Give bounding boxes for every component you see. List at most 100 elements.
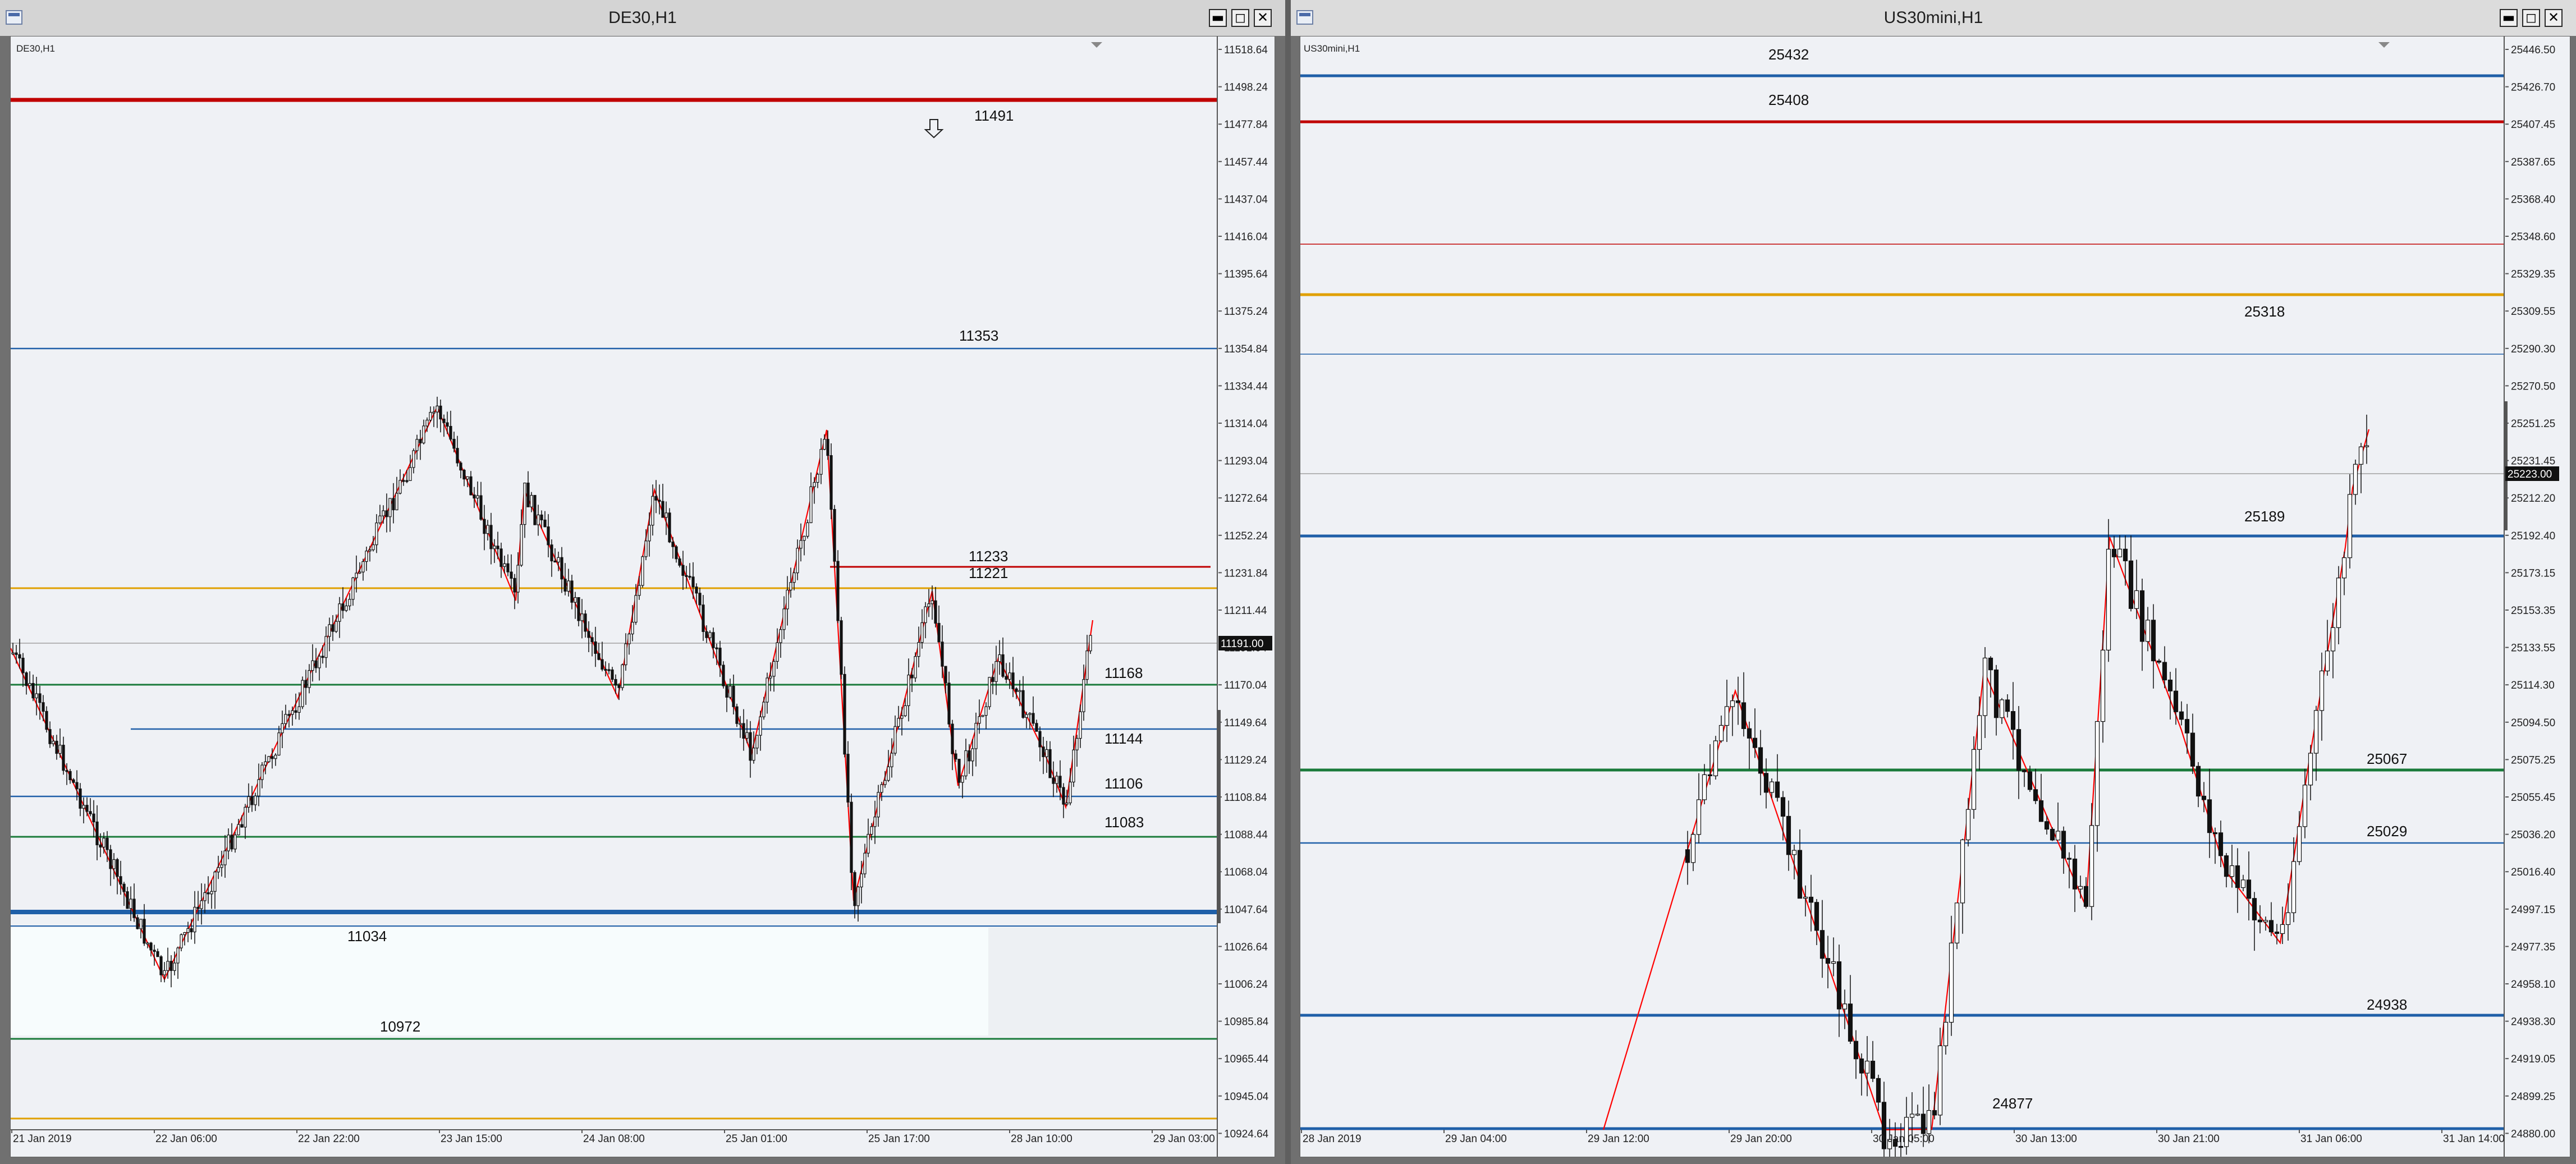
level-label-11106: 11106 <box>1104 775 1143 792</box>
candle-body <box>499 548 503 567</box>
candle-body <box>2139 590 2145 642</box>
candle-body <box>2257 919 2263 923</box>
candle-body <box>1763 773 1769 793</box>
candle-body <box>678 558 681 566</box>
candle-body <box>462 470 466 480</box>
title-bar[interactable]: US30mini,H1 ▬ ◻ ✕ <box>1291 0 2576 36</box>
candle-body <box>159 956 163 975</box>
candle-body <box>31 683 35 699</box>
level-label-11491: 11491 <box>974 107 1014 124</box>
candle-body <box>560 557 563 580</box>
close-button[interactable]: ✕ <box>2545 9 2563 27</box>
candle-body <box>570 580 574 603</box>
symbol-label: DE30,H1 <box>16 43 55 54</box>
candle-body <box>1977 715 1982 750</box>
candle-body <box>937 622 941 643</box>
candle-body <box>1982 657 1988 716</box>
scroll-marker[interactable] <box>1217 710 1221 923</box>
candle-body <box>2313 710 2319 754</box>
candle-body <box>2325 650 2330 672</box>
candle-body <box>106 837 109 850</box>
y-axis-tick-label: 24919.05 <box>2511 1053 2555 1065</box>
scroll-marker[interactable] <box>2504 401 2508 530</box>
candle-body <box>395 493 398 511</box>
candle-body <box>1758 747 1763 774</box>
candle-body <box>1786 815 1791 855</box>
price-chart[interactable]: US30mini,H1 25432 25408 25318 25189 2506… <box>1300 36 2570 1157</box>
minimize-button[interactable]: ▬ <box>1209 9 1227 27</box>
candle-body <box>2027 771 2033 790</box>
candle-body <box>233 835 237 850</box>
candle-body <box>220 864 223 868</box>
candle-body <box>904 705 907 716</box>
candle-body <box>759 716 762 736</box>
candle-body <box>789 582 792 590</box>
x-axis-tick-label: 22 Jan 22:00 <box>298 1133 360 1145</box>
candle-body <box>2358 446 2364 465</box>
chart-window-us30mini[interactable]: US30mini,H1 ▬ ◻ ✕ US30mini,H1 25432 2540… <box>1291 0 2576 1164</box>
candle-body <box>1747 728 1752 739</box>
y-axis-tick-label: 25368.40 <box>2511 194 2555 205</box>
candle-body <box>294 710 297 713</box>
candle-body <box>126 891 129 909</box>
y-axis-tick-label: 24997.15 <box>2511 904 2555 916</box>
candle-body <box>779 629 782 643</box>
candle-body <box>1780 797 1786 817</box>
candle-body <box>466 476 469 480</box>
candle-body <box>2195 766 2201 797</box>
candle-body <box>2179 711 2184 720</box>
candle-body <box>382 510 385 516</box>
candle-body <box>520 524 523 566</box>
candle-body <box>459 462 462 471</box>
chart-dropdown-icon[interactable] <box>1091 42 1102 48</box>
candle-body <box>1690 834 1696 863</box>
candle-body <box>681 565 685 576</box>
x-axis-tick-label: 28 Jan 2019 <box>1303 1133 1362 1145</box>
candle-body <box>988 677 991 707</box>
y-axis-tick-label: 25407.45 <box>2511 119 2555 131</box>
candle-body <box>1048 749 1052 778</box>
candle-body <box>2010 711 2016 730</box>
maximize-button[interactable]: ◻ <box>2522 9 2540 27</box>
down-arrow-icon[interactable] <box>924 119 944 139</box>
price-chart[interactable]: DE30,H1 11491 11353 11233 11221 11168 11… <box>10 36 1275 1157</box>
candle-body <box>1965 809 1971 841</box>
level-label-25432: 25432 <box>1768 46 1809 63</box>
candle-body <box>257 779 260 796</box>
candle-body <box>506 563 510 572</box>
y-axis-tick-label: 11314.04 <box>1224 418 1268 430</box>
candle-body <box>173 963 176 971</box>
candle-body <box>422 425 425 443</box>
candle-body <box>486 525 489 534</box>
x-axis-tick-label: 30 Jan 13:00 <box>2015 1133 2077 1145</box>
y-axis-tick-label: 25114.30 <box>2511 680 2555 691</box>
candle-body <box>284 714 287 724</box>
maximize-button[interactable]: ◻ <box>1231 9 1249 27</box>
level-label-25067: 25067 <box>2367 750 2407 767</box>
chart-canvas[interactable]: DE30,H1 11491 11353 11233 11221 11168 11… <box>11 36 1275 1157</box>
minimize-button[interactable]: ▬ <box>2500 9 2518 27</box>
y-axis-tick-label: 10945.04 <box>1224 1091 1269 1103</box>
chart-window-de30[interactable]: DE30,H1 ▬ ◻ ✕ DE30,H1 11491 11353 11233 … <box>0 0 1285 1164</box>
candle-body <box>166 961 169 971</box>
candle-body <box>792 572 796 583</box>
chart-dropdown-icon[interactable] <box>2378 42 2390 48</box>
close-button[interactable]: ✕ <box>1254 9 1272 27</box>
candle-body <box>264 761 267 766</box>
candle-body <box>638 585 641 596</box>
candle-body <box>75 782 79 790</box>
candle-body <box>1008 672 1011 680</box>
candle-body <box>641 556 644 586</box>
x-axis-tick-label: 31 Jan 14:00 <box>2443 1133 2505 1145</box>
candle-body <box>705 631 708 638</box>
candle-body <box>210 891 213 895</box>
candle-body <box>143 919 146 944</box>
candle-body <box>799 540 803 549</box>
candle-body <box>146 942 149 945</box>
title-bar[interactable]: DE30,H1 ▬ ◻ ✕ <box>0 0 1285 36</box>
candle-body <box>850 801 853 873</box>
candle-body <box>2297 826 2302 862</box>
candle-body <box>742 723 745 739</box>
chart-canvas[interactable]: US30mini,H1 25432 25408 25318 25189 2506… <box>1300 36 2570 1157</box>
candle-body <box>1069 781 1072 804</box>
